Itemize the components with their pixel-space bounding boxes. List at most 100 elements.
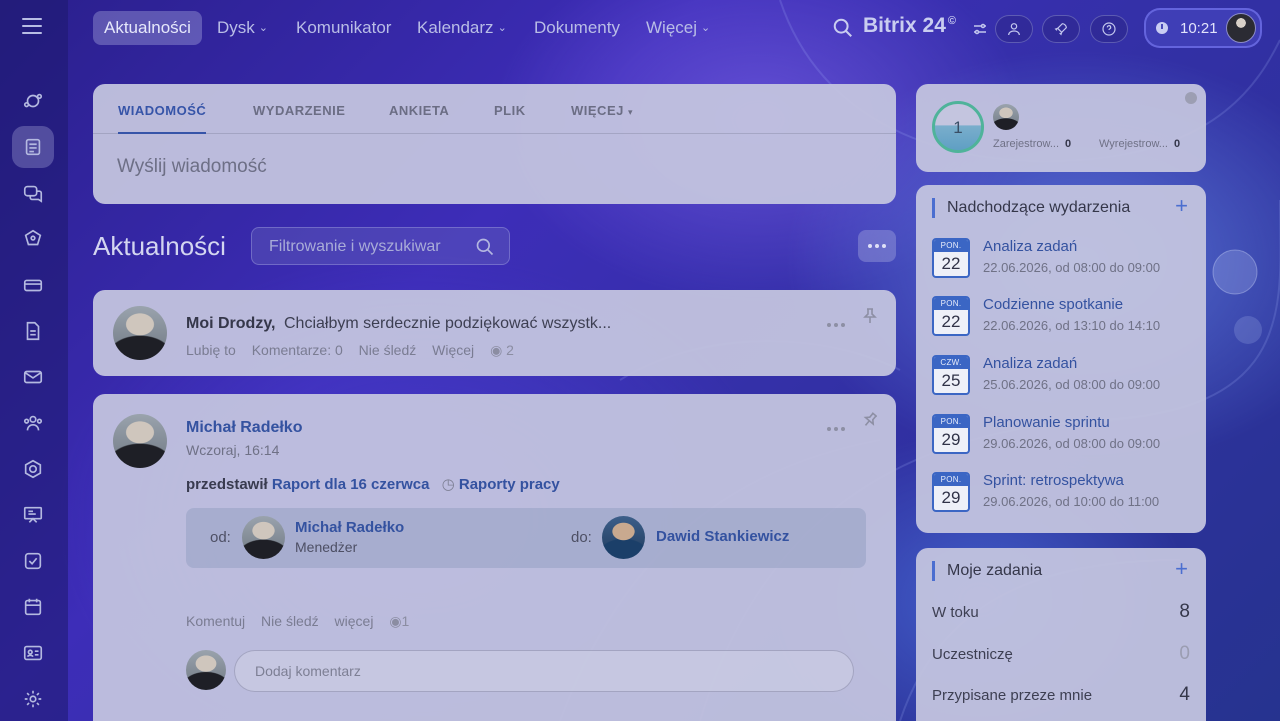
event-title[interactable]: Analiza zadań	[983, 238, 1077, 255]
user-button[interactable]	[995, 15, 1033, 43]
nav-dokumenty[interactable]: Dokumenty	[523, 11, 631, 45]
comment-input[interactable]: Dodaj komentarz	[234, 650, 854, 692]
nav-kalendarz[interactable]: Kalendarz ⌄	[406, 11, 518, 45]
chat-icon[interactable]	[12, 172, 54, 214]
comments-link[interactable]: Komentarze: 0	[252, 342, 343, 358]
event-item[interactable]: PON. 29 Sprint: retrospektywa 29.06.2026,…	[932, 472, 1192, 518]
tab-more[interactable]: WIĘCEJ ▾	[571, 103, 633, 118]
search-icon[interactable]	[475, 237, 495, 257]
comment-link[interactable]: Komentuj	[186, 613, 245, 629]
feed-icon[interactable]	[12, 126, 54, 168]
task-row-assigned-by-me[interactable]: Przypisane przeze mnie 4	[932, 684, 1190, 708]
unfollow-link[interactable]: Nie śledź	[359, 342, 417, 358]
brand-logo[interactable]: Bitrix 24 ©	[863, 14, 956, 38]
event-item[interactable]: PON. 22 Codzienne spotkanie 22.06.2026, o…	[932, 296, 1192, 342]
rocket-icon	[1054, 23, 1067, 36]
event-item[interactable]: PON. 22 Analiza zadań 22.06.2026, od 08:0…	[932, 238, 1192, 284]
tab-poll[interactable]: ANKIETA	[389, 103, 449, 118]
post-time[interactable]: Wczoraj, 16:14	[186, 442, 279, 458]
nav-label: Dysk	[217, 18, 255, 37]
question-icon	[1102, 22, 1116, 36]
event-title[interactable]: Analiza zadań	[983, 355, 1077, 372]
add-event-button[interactable]: +	[1175, 195, 1188, 217]
tasks-icon[interactable]	[12, 540, 54, 582]
feed-more-button[interactable]	[858, 230, 896, 262]
calendar-icon[interactable]	[12, 586, 54, 628]
pin-icon[interactable]	[863, 412, 877, 428]
help-icon[interactable]	[1185, 92, 1197, 104]
post-actions: Lubię to Komentarze: 0 Nie śledź Więcej …	[186, 342, 514, 359]
post-actions: Komentuj Nie śledź więcej ◉1	[186, 613, 409, 630]
event-title[interactable]: Planowanie sprintu	[983, 414, 1110, 431]
report-category-link[interactable]: Raporty pracy	[459, 476, 560, 493]
views-value: 1	[401, 613, 410, 629]
stat-value: 0	[1173, 138, 1181, 150]
mail-icon[interactable]	[12, 356, 54, 398]
nav-komunikator[interactable]: Komunikator	[285, 11, 402, 45]
tab-file[interactable]: PLIK	[494, 103, 526, 118]
message-input[interactable]: Wyślij wiadomość	[117, 156, 267, 178]
panel-title: Moje zadania	[932, 561, 1042, 581]
event-when: 25.06.2026, od 08:00 do 09:00	[983, 377, 1161, 392]
menu-icon[interactable]	[22, 18, 42, 36]
post-menu-button[interactable]	[825, 314, 846, 332]
avatar[interactable]	[242, 516, 285, 559]
add-task-button[interactable]: +	[1175, 558, 1188, 580]
document-icon[interactable]	[12, 310, 54, 352]
task-row-participating[interactable]: Uczestniczę 0	[932, 643, 1190, 667]
count-ring[interactable]: 1	[932, 101, 984, 153]
event-title[interactable]: Sprint: retrospektywa	[983, 472, 1124, 489]
post-author[interactable]: Moi Drodzy,	[186, 315, 275, 333]
tab-message[interactable]: WIADOMOŚĆ	[118, 103, 206, 118]
unfollow-link[interactable]: Nie śledź	[261, 613, 319, 629]
search-icon[interactable]	[832, 17, 854, 39]
activity-icon[interactable]	[12, 80, 54, 122]
nav-dysk[interactable]: Dysk ⌄	[206, 11, 279, 45]
tab-more-label: WIĘCEJ	[571, 103, 624, 118]
post-menu-button[interactable]	[825, 418, 846, 436]
nav-aktualnosci[interactable]: Aktualności	[93, 11, 202, 45]
gear-icon[interactable]	[12, 678, 54, 720]
event-title[interactable]: Codzienne spotkanie	[983, 296, 1123, 313]
my-tasks-widget: Moje zadania + W toku 8 Uczestniczę 0 Pr…	[916, 548, 1206, 721]
event-item[interactable]: CZW. 25 Analiza zadań 25.06.2026, od 08:0…	[932, 355, 1192, 401]
to-label: do:	[571, 529, 592, 546]
card-icon[interactable]	[12, 264, 54, 306]
tab-event[interactable]: WYDARZENIE	[253, 103, 345, 118]
rocket-button[interactable]	[1042, 15, 1080, 43]
group-icon[interactable]	[12, 402, 54, 444]
avatar[interactable]	[602, 516, 645, 559]
task-row-in-progress[interactable]: W toku 8	[932, 601, 1190, 625]
contact-card-icon[interactable]	[12, 632, 54, 674]
post-author[interactable]: Michał Radełko	[186, 419, 302, 437]
settings-hex-icon[interactable]	[12, 448, 54, 490]
chevron-down-icon: ⌄	[701, 22, 711, 34]
event-item[interactable]: PON. 29 Planowanie sprintu 29.06.2026, od…	[932, 414, 1192, 460]
avatar[interactable]	[993, 104, 1019, 130]
nav-label: Więcej	[646, 18, 698, 37]
pin-icon[interactable]	[863, 308, 877, 324]
report-link[interactable]: Raport dla 16 czerwca	[272, 476, 430, 493]
more-link[interactable]: Więcej	[432, 342, 474, 358]
from-role: Menedżer	[295, 539, 358, 555]
presentation-icon[interactable]	[12, 494, 54, 536]
sliders-icon[interactable]	[971, 20, 989, 38]
avatar[interactable]	[113, 306, 167, 360]
task-count: 8	[1179, 601, 1190, 622]
more-link[interactable]: więcej	[335, 613, 374, 629]
help-button[interactable]	[1090, 15, 1128, 43]
task-count: 0	[1179, 643, 1190, 664]
worktime-clock-button[interactable]: 10:21	[1144, 8, 1262, 48]
calendar-date-icon: PON. 22	[932, 238, 970, 278]
filter-search-input[interactable]: Filtrowanie i wyszukiwar	[251, 227, 510, 265]
avatar[interactable]	[113, 414, 167, 468]
nav-wiecej[interactable]: Więcej ⌄	[635, 11, 721, 45]
crm-icon[interactable]	[12, 218, 54, 260]
user-avatar[interactable]	[1226, 13, 1256, 43]
like-link[interactable]: Lubię to	[186, 342, 236, 358]
task-count: 4	[1179, 684, 1190, 705]
from-name[interactable]: Michał Radełko	[295, 519, 404, 536]
to-name[interactable]: Dawid Stankiewicz	[656, 528, 789, 545]
report-line: przedstawił Raport dla 16 czerwca ◷ Rapo…	[186, 475, 560, 493]
post-excerpt[interactable]: Chciałbym serdecznie podziękować wszystk…	[284, 315, 611, 333]
